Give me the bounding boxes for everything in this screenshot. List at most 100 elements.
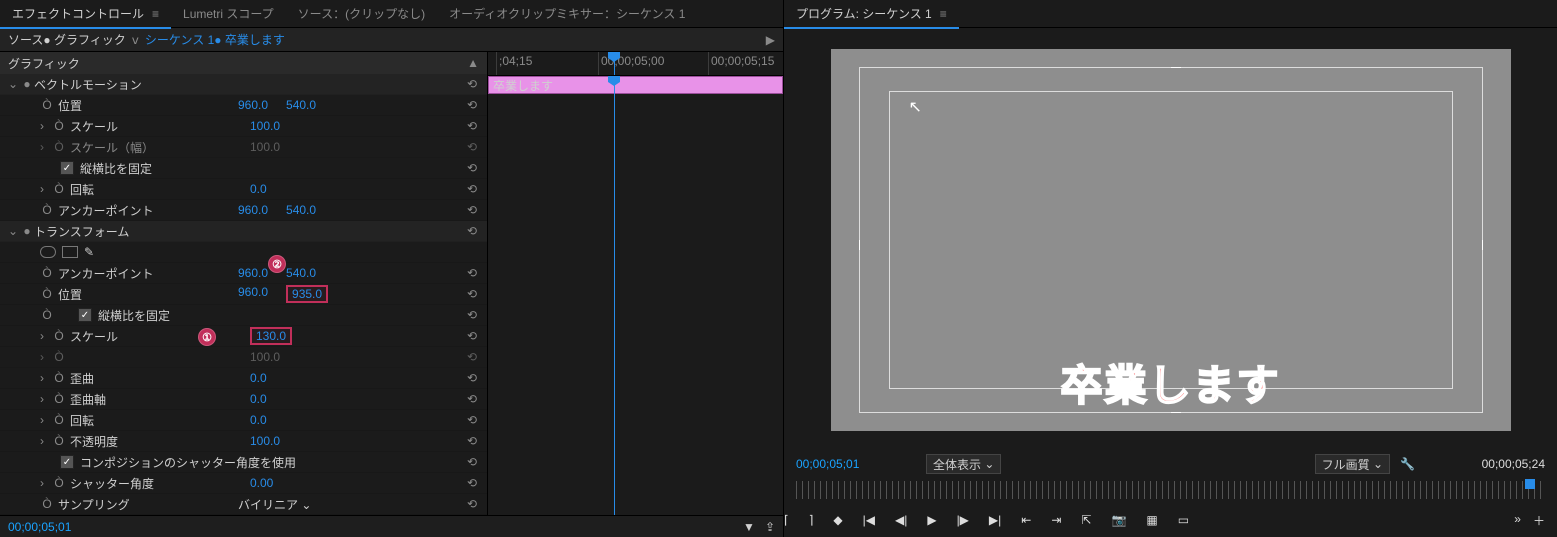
quality-select[interactable]: フル画質 ⌄ [1315,454,1390,474]
filter-icon[interactable]: ▼ [743,520,755,534]
stopwatch-icon[interactable]: Ò [40,203,54,217]
position-x[interactable]: 960.0 [238,98,268,112]
scrub-bar[interactable] [796,481,1545,499]
rotation-value[interactable]: 0.0 [250,413,267,427]
sequence-link[interactable]: シーケンス 1● 卒業します [145,31,285,48]
shutter-angle-value[interactable]: 0.00 [250,476,273,490]
reset-icon[interactable]: ⟲ [467,98,477,112]
snapshot-button[interactable]: 📷 [1111,513,1126,527]
section-graphics[interactable]: グラフィック [8,55,80,72]
tab-effect-controls[interactable]: エフェクトコントロール≡ [0,0,171,28]
mask-rect-icon[interactable] [62,246,78,258]
twirl-icon[interactable]: › [40,371,52,385]
comparison-button[interactable]: ▭ [1178,513,1189,527]
stopwatch-icon[interactable]: Ò [40,308,54,322]
position-x[interactable]: 960.0 [238,285,268,303]
twirl-icon[interactable]: ⌄ [8,224,20,238]
extract-button[interactable]: ⇥ [1051,513,1061,527]
reset-icon[interactable]: ⟲ [467,413,477,427]
twirl-icon[interactable]: › [40,119,52,133]
reset-icon[interactable]: ⟲ [467,182,477,196]
reset-icon[interactable]: ⟲ [467,350,477,364]
scale-value-highlight[interactable]: 130.0 [250,327,292,345]
clip-bar[interactable]: 卒業します [488,76,783,94]
position-y-highlight[interactable]: 935.0 [286,285,328,303]
twirl-icon[interactable]: › [40,329,52,343]
aspect-checkbox[interactable] [60,161,74,175]
stopwatch-icon[interactable]: Ò [52,182,66,196]
goto-in-button[interactable]: |◀ [863,513,875,527]
mask-pen-icon[interactable]: ✎ [84,245,98,259]
add-marker-button[interactable]: ◆ [833,513,842,527]
scale-value[interactable]: 100.0 [250,119,280,133]
reset-icon[interactable]: ⟲ [467,371,477,385]
zoom-select[interactable]: 全体表示 ⌄ [926,454,1001,474]
twirl-icon[interactable]: › [40,413,52,427]
reset-icon[interactable]: ⟲ [467,77,477,91]
timeline-ruler[interactable] [488,52,783,76]
tab-program[interactable]: プログラム: シーケンス 1 ≡ [784,0,959,28]
stopwatch-icon[interactable]: Ò [52,392,66,406]
export-frame-button[interactable]: ⇱ [1081,513,1091,527]
sampling-select[interactable]: バイリニア ⌄ [238,496,358,513]
reset-icon[interactable]: ⟲ [467,329,477,343]
reset-icon[interactable]: ⟲ [467,455,477,469]
lift-button[interactable]: ⇤ [1021,513,1031,527]
reset-icon[interactable]: ⟲ [467,308,477,322]
reset-icon[interactable]: ⟲ [467,497,477,511]
stopwatch-icon[interactable]: Ò [52,371,66,385]
mark-out-button[interactable]: ⌉ [809,513,814,527]
shutter-checkbox[interactable] [60,455,74,469]
safe-margins-button[interactable]: ▦ [1146,513,1157,527]
reset-icon[interactable]: ⟲ [467,392,477,406]
twirl-icon[interactable]: › [40,392,52,406]
reset-icon[interactable]: ⟲ [467,140,477,154]
reset-icon[interactable]: ⟲ [467,434,477,448]
panel-menu-icon[interactable]: ≡ [940,7,947,21]
reset-icon[interactable]: ⟲ [467,266,477,280]
stopwatch-icon[interactable]: Ò [52,476,66,490]
fx-toggle[interactable]: ● [20,77,34,91]
play-button[interactable]: ▶ [927,513,936,527]
twirl-icon[interactable]: › [40,182,52,196]
reset-icon[interactable]: ⟲ [467,476,477,490]
program-monitor[interactable]: ↖ 卒業します [831,49,1511,431]
skew-value[interactable]: 0.0 [250,371,267,385]
footer-timecode[interactable]: 00;00;05;01 [8,520,71,534]
twirl-icon[interactable]: › [40,350,52,364]
anchor-y[interactable]: 540.0 [286,203,316,217]
reset-icon[interactable]: ⟲ [467,161,477,175]
twirl-icon[interactable]: ⌄ [8,77,20,91]
twirl-icon[interactable]: › [40,434,52,448]
chevron-down-icon[interactable]: ⅴ [132,33,139,47]
stopwatch-icon[interactable]: Ò [52,434,66,448]
stopwatch-icon[interactable]: Ò [40,497,54,511]
anchor-y[interactable]: 540.0 [286,266,316,280]
program-timecode-left[interactable]: 00;00;05;01 [796,457,916,471]
more-button[interactable]: » [1514,512,1521,529]
anchor-x[interactable]: 960.0 [238,266,268,280]
mask-ellipse-icon[interactable] [40,246,56,258]
goto-out-button[interactable]: ▶| [989,513,1001,527]
position-y[interactable]: 540.0 [286,98,316,112]
tab-lumetri[interactable]: Lumetri スコープ [171,0,286,28]
panel-menu-icon[interactable]: ≡ [152,7,159,21]
anchor-x[interactable]: 960.0 [238,203,268,217]
stopwatch-icon[interactable]: Ò [40,98,54,112]
tab-audio-mixer[interactable]: オーディオクリップミキサー：シーケンス 1 [437,0,697,28]
stopwatch-icon[interactable]: Ò [52,329,66,343]
stopwatch-icon[interactable]: Ò [40,287,54,301]
twirl-icon[interactable]: › [40,476,52,490]
scrub-marker[interactable] [1525,479,1535,489]
reset-icon[interactable]: ⟲ [467,119,477,133]
reset-icon[interactable]: ⟲ [467,287,477,301]
triangle-up-icon[interactable]: ▲ [467,56,479,70]
play-only-icon[interactable]: ▶ [766,33,775,47]
aspect-checkbox[interactable] [78,308,92,322]
rotation-value[interactable]: 0.0 [250,182,267,196]
mark-in-button[interactable]: ⌈ [784,513,789,527]
opacity-value[interactable]: 100.0 [250,434,280,448]
step-back-button[interactable]: ◀| [895,513,907,527]
share-icon[interactable]: ⇪ [765,520,775,534]
playhead[interactable] [614,52,615,75]
